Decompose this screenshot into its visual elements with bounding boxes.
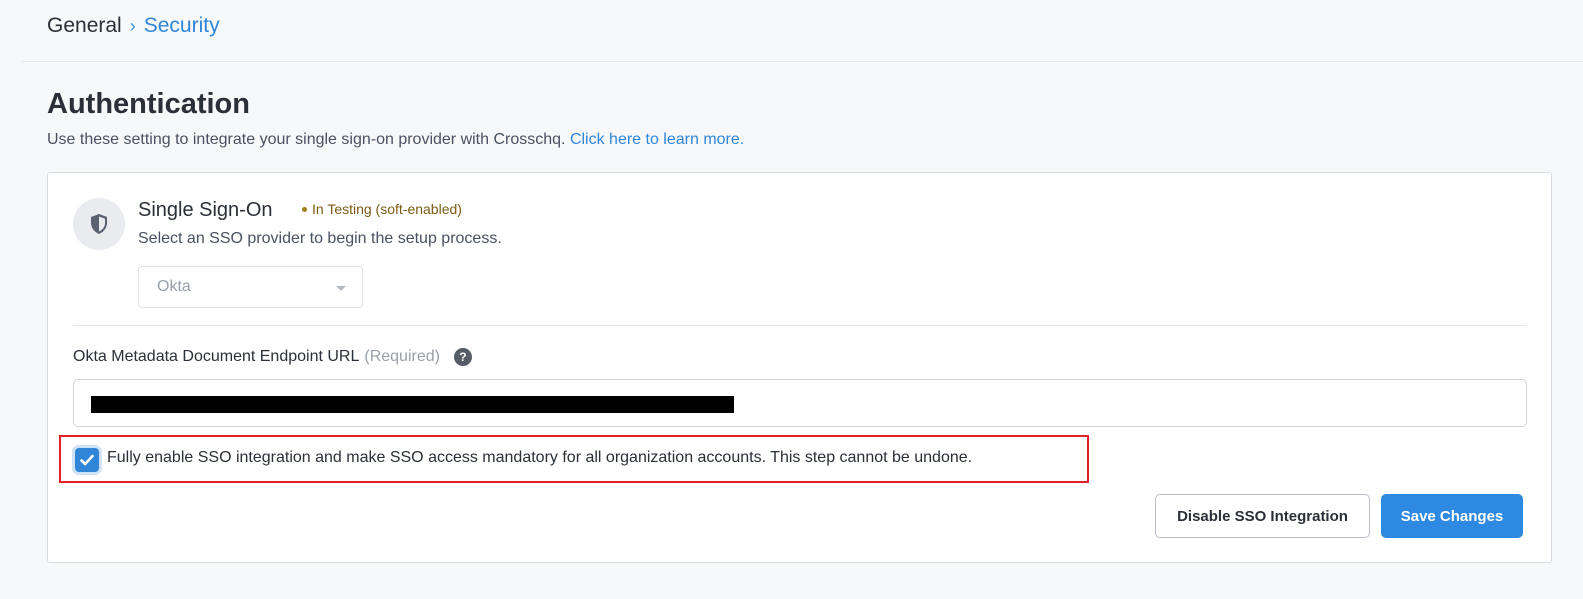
header-divider <box>22 61 1583 62</box>
enforce-sso-highlight: Fully enable SSO integration and make SS… <box>59 435 1089 483</box>
checkmark-icon <box>80 454 94 466</box>
sso-title: Single Sign-On <box>138 199 273 221</box>
metadata-url-input[interactable] <box>73 379 1527 427</box>
save-changes-button[interactable]: Save Changes <box>1381 494 1523 538</box>
question-circle-icon[interactable]: ? <box>453 348 472 366</box>
status-badge-label: In Testing (soft-enabled) <box>312 201 462 217</box>
page-title: Authentication <box>47 88 250 120</box>
enforce-sso-checkbox[interactable] <box>75 448 99 472</box>
metadata-url-label-text: Okta Metadata Document Endpoint URL <box>73 348 360 365</box>
learn-more-link[interactable]: Click here to learn more. <box>570 131 744 148</box>
breadcrumb-general[interactable]: General <box>47 14 122 38</box>
redacted-url-value <box>91 396 734 413</box>
shield-icon <box>91 214 107 234</box>
sso-provider-value: Okta <box>157 278 191 295</box>
card-divider <box>73 325 1526 326</box>
breadcrumb-security[interactable]: Security <box>144 14 220 38</box>
status-dot-icon <box>302 206 307 212</box>
caret-down-icon <box>336 286 346 291</box>
disable-sso-button[interactable]: Disable SSO Integration <box>1155 494 1370 538</box>
sso-provider-select[interactable]: Okta <box>138 266 363 308</box>
page-subtitle: Use these setting to integrate your sing… <box>47 131 744 149</box>
sso-card: Single Sign-On In Testing (soft-enabled)… <box>47 172 1552 563</box>
sso-icon-circle <box>73 198 125 250</box>
metadata-url-label: Okta Metadata Document Endpoint URL (Req… <box>73 348 472 366</box>
enforce-sso-label[interactable]: Fully enable SSO integration and make SS… <box>107 449 972 467</box>
status-badge: In Testing (soft-enabled) <box>302 201 462 217</box>
required-hint: (Required) <box>364 348 440 365</box>
breadcrumb: General › Security <box>47 14 220 38</box>
page-subtitle-text: Use these setting to integrate your sing… <box>47 131 566 148</box>
sso-description: Select an SSO provider to begin the setu… <box>138 230 502 247</box>
chevron-right-icon: › <box>129 15 136 36</box>
